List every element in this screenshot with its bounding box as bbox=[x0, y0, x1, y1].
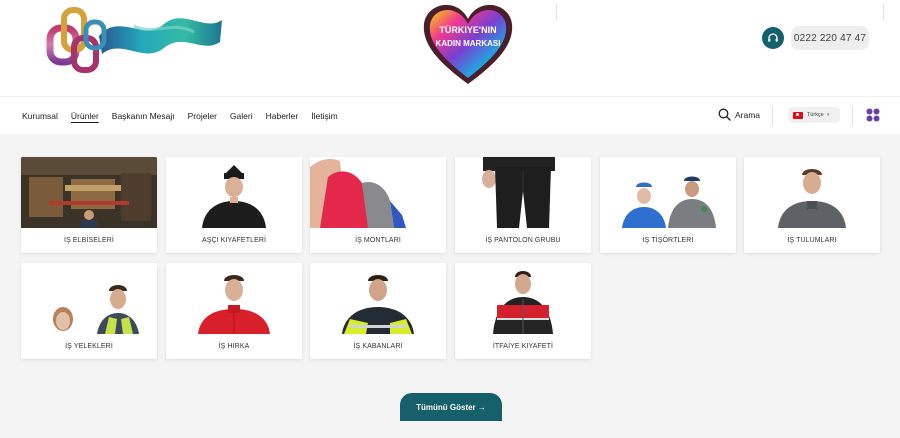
product-image bbox=[455, 157, 591, 228]
product-label: İTFAİYE KIYAFETİ bbox=[492, 343, 554, 350]
product-card-asci-kiyafetleri[interactable]: AŞÇI KIYAFETLERİ bbox=[166, 157, 302, 253]
nav-item-urunler[interactable]: Ürünler bbox=[71, 111, 99, 121]
product-label: İŞ ELBİSELERİ bbox=[64, 237, 114, 244]
nav-divider bbox=[852, 106, 853, 126]
search-icon bbox=[718, 108, 731, 121]
language-label: Türkçe bbox=[807, 112, 824, 118]
heart-logo-line-2: KADIN MARKASI bbox=[436, 39, 501, 48]
headset-icon[interactable] bbox=[762, 27, 784, 49]
product-card-is-yelekleri[interactable]: İŞ YELEKLERİ bbox=[21, 263, 157, 359]
chevron-down-icon: ▾ bbox=[826, 112, 830, 118]
product-label: İŞ PANTOLON GRUBU bbox=[485, 237, 561, 244]
product-label: İŞ TULUMLARI bbox=[787, 237, 837, 244]
product-image bbox=[21, 157, 157, 228]
nav-list: Kurumsal Ürünler Başkanın Mesajı Projele… bbox=[22, 97, 351, 135]
nav-item-iletisim[interactable]: İletişim bbox=[311, 111, 337, 121]
product-label: İŞ KABANLARI bbox=[353, 343, 403, 350]
heart-logo-line-1: TÜRKIYE'NIN bbox=[439, 25, 496, 35]
apps-grid-icon[interactable] bbox=[866, 108, 880, 122]
product-label: İŞ MONTLARI bbox=[355, 237, 401, 244]
language-selector[interactable]: Türkçe ▾ bbox=[788, 107, 840, 123]
brand-logo[interactable] bbox=[44, 2, 226, 78]
nav-item-projeler[interactable]: Projeler bbox=[188, 111, 217, 121]
main-nav: Kurumsal Ürünler Başkanın Mesajı Projele… bbox=[0, 96, 900, 134]
product-card-is-tisortleri[interactable]: İŞ TİŞÖRTLERİ bbox=[600, 157, 736, 253]
product-image bbox=[21, 263, 157, 334]
product-label: İŞ YELEKLERİ bbox=[65, 343, 113, 350]
nav-item-haberler[interactable]: Haberler bbox=[266, 111, 299, 121]
nav-item-galeri[interactable]: Galeri bbox=[230, 111, 253, 121]
product-image bbox=[455, 263, 591, 334]
nav-item-baskanin-mesaji[interactable]: Başkanın Mesajı bbox=[112, 111, 175, 121]
phone-number[interactable]: 0222 220 47 47 bbox=[791, 26, 869, 50]
nav-item-kurumsal[interactable]: Kurumsal bbox=[22, 111, 58, 121]
product-image bbox=[744, 157, 880, 228]
product-card-is-montlari[interactable]: İŞ MONTLARI bbox=[310, 157, 446, 253]
product-card-is-hirka[interactable]: İŞ HIRKA bbox=[166, 263, 302, 359]
turkey-flag-icon bbox=[793, 111, 803, 119]
product-card-itfaiye-kiyafeti[interactable]: İTFAİYE KIYAFETİ bbox=[455, 263, 591, 359]
header: TÜRKIYE'NIN KADIN MARKASI 0222 220 47 47 bbox=[0, 0, 900, 96]
product-card-is-pantolon-grubu[interactable]: İŞ PANTOLON GRUBU bbox=[455, 157, 591, 253]
search-button[interactable]: Arama bbox=[718, 108, 760, 121]
show-all-button[interactable]: Tümünü Göster → bbox=[400, 393, 502, 421]
product-image bbox=[310, 157, 446, 228]
product-image bbox=[166, 157, 302, 228]
header-divider bbox=[883, 4, 884, 20]
product-label: AŞÇI KIYAFETLERİ bbox=[201, 237, 267, 244]
search-label: Arama bbox=[735, 109, 761, 120]
product-label: İŞ HIRKA bbox=[218, 343, 250, 350]
nav-divider bbox=[772, 106, 773, 126]
product-card-is-kabanlari[interactable]: İŞ KABANLARI bbox=[310, 263, 446, 359]
header-divider bbox=[556, 4, 557, 20]
product-image bbox=[600, 157, 736, 228]
product-label: İŞ TİŞÖRTLERİ bbox=[642, 237, 694, 244]
product-card-is-tulumlari[interactable]: İŞ TULUMLARI bbox=[744, 157, 880, 253]
product-image bbox=[310, 263, 446, 334]
product-card-is-elbiseleri[interactable]: İŞ ELBİSELERİ bbox=[21, 157, 157, 253]
product-image bbox=[166, 263, 302, 334]
heart-brand-logo[interactable]: TÜRKIYE'NIN KADIN MARKASI bbox=[418, 0, 518, 86]
